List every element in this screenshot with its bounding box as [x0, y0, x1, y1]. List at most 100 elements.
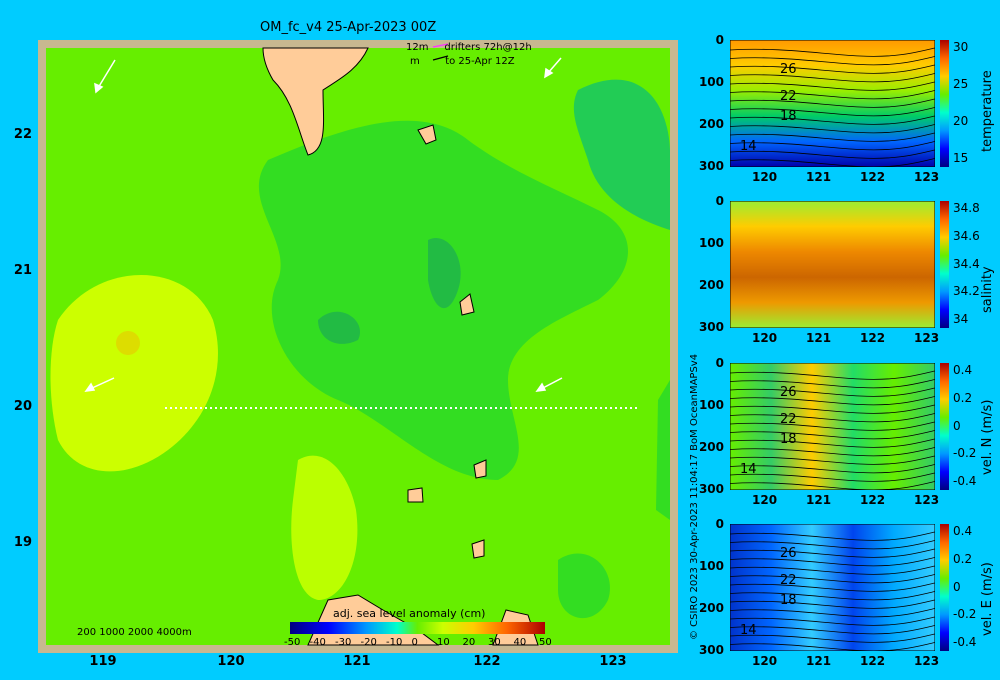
contour-label: 18 — [780, 593, 797, 608]
colorbar-tick: -10 — [386, 637, 403, 648]
lon-tick: 123 — [914, 331, 940, 345]
ssh-colorbar-ticks: -50 -40 -30 -20 -10 0 10 20 30 40 50 — [284, 637, 552, 651]
colorbar-tick: 0 — [953, 418, 961, 433]
x-tick: 122 — [473, 654, 501, 669]
colorbar-tick: 30 — [488, 637, 501, 648]
depth-tick: 100 — [698, 559, 724, 573]
y-tick: 20 — [13, 399, 32, 414]
ssh-high-core — [116, 331, 140, 355]
depth-tick: 100 — [698, 398, 724, 412]
panel-variable-label: salinity — [980, 266, 995, 313]
depth-tick: 0 — [715, 33, 724, 47]
lon-tick: 120 — [752, 654, 778, 668]
lon-tick: 121 — [806, 493, 832, 507]
colorbar-tick: -0.4 — [953, 635, 977, 649]
colorbar-tick: 0.2 — [953, 390, 973, 405]
y-tick: 19 — [13, 535, 32, 550]
depth-tick: 0 — [715, 517, 724, 531]
colorbar-tick: 34.8 — [953, 201, 980, 215]
panel-colorbar — [940, 524, 949, 651]
colorbar-tick: 0.2 — [953, 551, 973, 566]
depth-tick: 300 — [698, 159, 724, 173]
ssh-colorbar — [290, 622, 545, 634]
contour-label: 14 — [740, 462, 757, 477]
x-tick: 119 — [89, 654, 117, 669]
contour-label: 26 — [780, 546, 797, 561]
drifter-legend-line2: m to 25-Apr 12Z — [410, 56, 515, 67]
section-panel: 26 22 18 14 — [730, 524, 935, 651]
contour-label: 22 — [780, 412, 797, 427]
contour-label: 26 — [780, 385, 797, 400]
x-tick: 123 — [599, 654, 627, 669]
lon-tick: 120 — [752, 493, 778, 507]
lon-tick: 122 — [860, 493, 886, 507]
panel-colorbar — [940, 40, 949, 167]
y-tick: 22 — [13, 127, 32, 142]
lon-tick: 123 — [914, 493, 940, 507]
colorbar-tick: 50 — [539, 637, 552, 648]
contour-label: 26 — [780, 62, 797, 77]
contour-label: 22 — [780, 89, 797, 104]
depth-legend: 200 1000 2000 4000m — [77, 627, 192, 638]
depth-tick: 300 — [698, 482, 724, 496]
colorbar-tick: -20 — [360, 637, 377, 648]
colorbar-tick: 34.2 — [953, 284, 980, 299]
map-title: OM_fc_v4 25-Apr-2023 00Z — [260, 20, 437, 35]
x-tick: 120 — [217, 654, 245, 669]
lon-tick: 123 — [914, 654, 940, 668]
colorbar-tick: 20 — [953, 114, 969, 128]
colorbar-tick: 34.4 — [953, 256, 980, 271]
colorbar-tick: -50 — [284, 637, 301, 648]
ssh-low-edge — [656, 380, 670, 520]
colorbar-tick: 0 — [953, 579, 961, 594]
ssh-colorbar-label: adj. sea level anomaly (cm) — [333, 607, 486, 620]
lon-tick: 122 — [860, 170, 886, 184]
colorbar-tick: 15 — [953, 151, 969, 165]
lon-tick: 123 — [914, 170, 940, 184]
colorbar-tick: -0.4 — [953, 474, 977, 488]
section-panel: 26 22 18 14 — [730, 40, 935, 167]
colorbar-tick: 0.4 — [953, 524, 973, 538]
panel-colorbar — [940, 201, 949, 328]
depth-tick: 0 — [715, 194, 724, 208]
colorbar-tick: 0 — [411, 637, 418, 648]
depth-tick: 100 — [698, 75, 724, 89]
depth-tick: 200 — [698, 440, 724, 454]
colorbar-tick: 25 — [953, 77, 969, 91]
depth-tick: 200 — [698, 601, 724, 615]
colorbar-tick: 34.6 — [953, 228, 980, 243]
lon-tick: 121 — [806, 654, 832, 668]
colorbar-tick: -0.2 — [953, 607, 977, 622]
colorbar-tick: -40 — [309, 637, 326, 648]
land-island — [407, 487, 424, 503]
depth-tick: 300 — [698, 643, 724, 657]
depth-tick: 200 — [698, 117, 724, 131]
colorbar-tick: 10 — [437, 637, 450, 648]
section-panel: 26 22 18 14 — [730, 363, 935, 490]
lon-tick: 122 — [860, 654, 886, 668]
lon-tick: 121 — [806, 170, 832, 184]
colorbar-tick: -30 — [335, 637, 352, 648]
panel-variable-label: temperature — [980, 70, 995, 152]
depth-tick: 0 — [715, 356, 724, 370]
colorbar-tick: 20 — [462, 637, 476, 648]
colorbar-tick: -0.2 — [953, 446, 977, 461]
lon-tick: 122 — [860, 331, 886, 345]
colorbar-tick: 0.4 — [953, 363, 973, 377]
lon-tick: 120 — [752, 331, 778, 345]
map-xaxis: 119 120 121 122 123 — [0, 654, 680, 674]
x-tick: 121 — [343, 654, 371, 669]
colorbar-tick: 40 — [513, 637, 527, 648]
panel-colorbar — [940, 363, 949, 490]
colorbar-tick: 30 — [953, 40, 969, 54]
ssh-map — [38, 40, 678, 653]
y-tick: 21 — [13, 263, 32, 278]
lon-tick: 120 — [752, 170, 778, 184]
section-field — [730, 201, 935, 328]
section-panel — [730, 201, 935, 328]
contour-label: 14 — [740, 623, 757, 638]
depth-tick: 300 — [698, 320, 724, 334]
contour-label: 18 — [780, 432, 797, 447]
contour-label: 14 — [740, 139, 757, 154]
colorbar-tick: 34 — [953, 312, 969, 326]
